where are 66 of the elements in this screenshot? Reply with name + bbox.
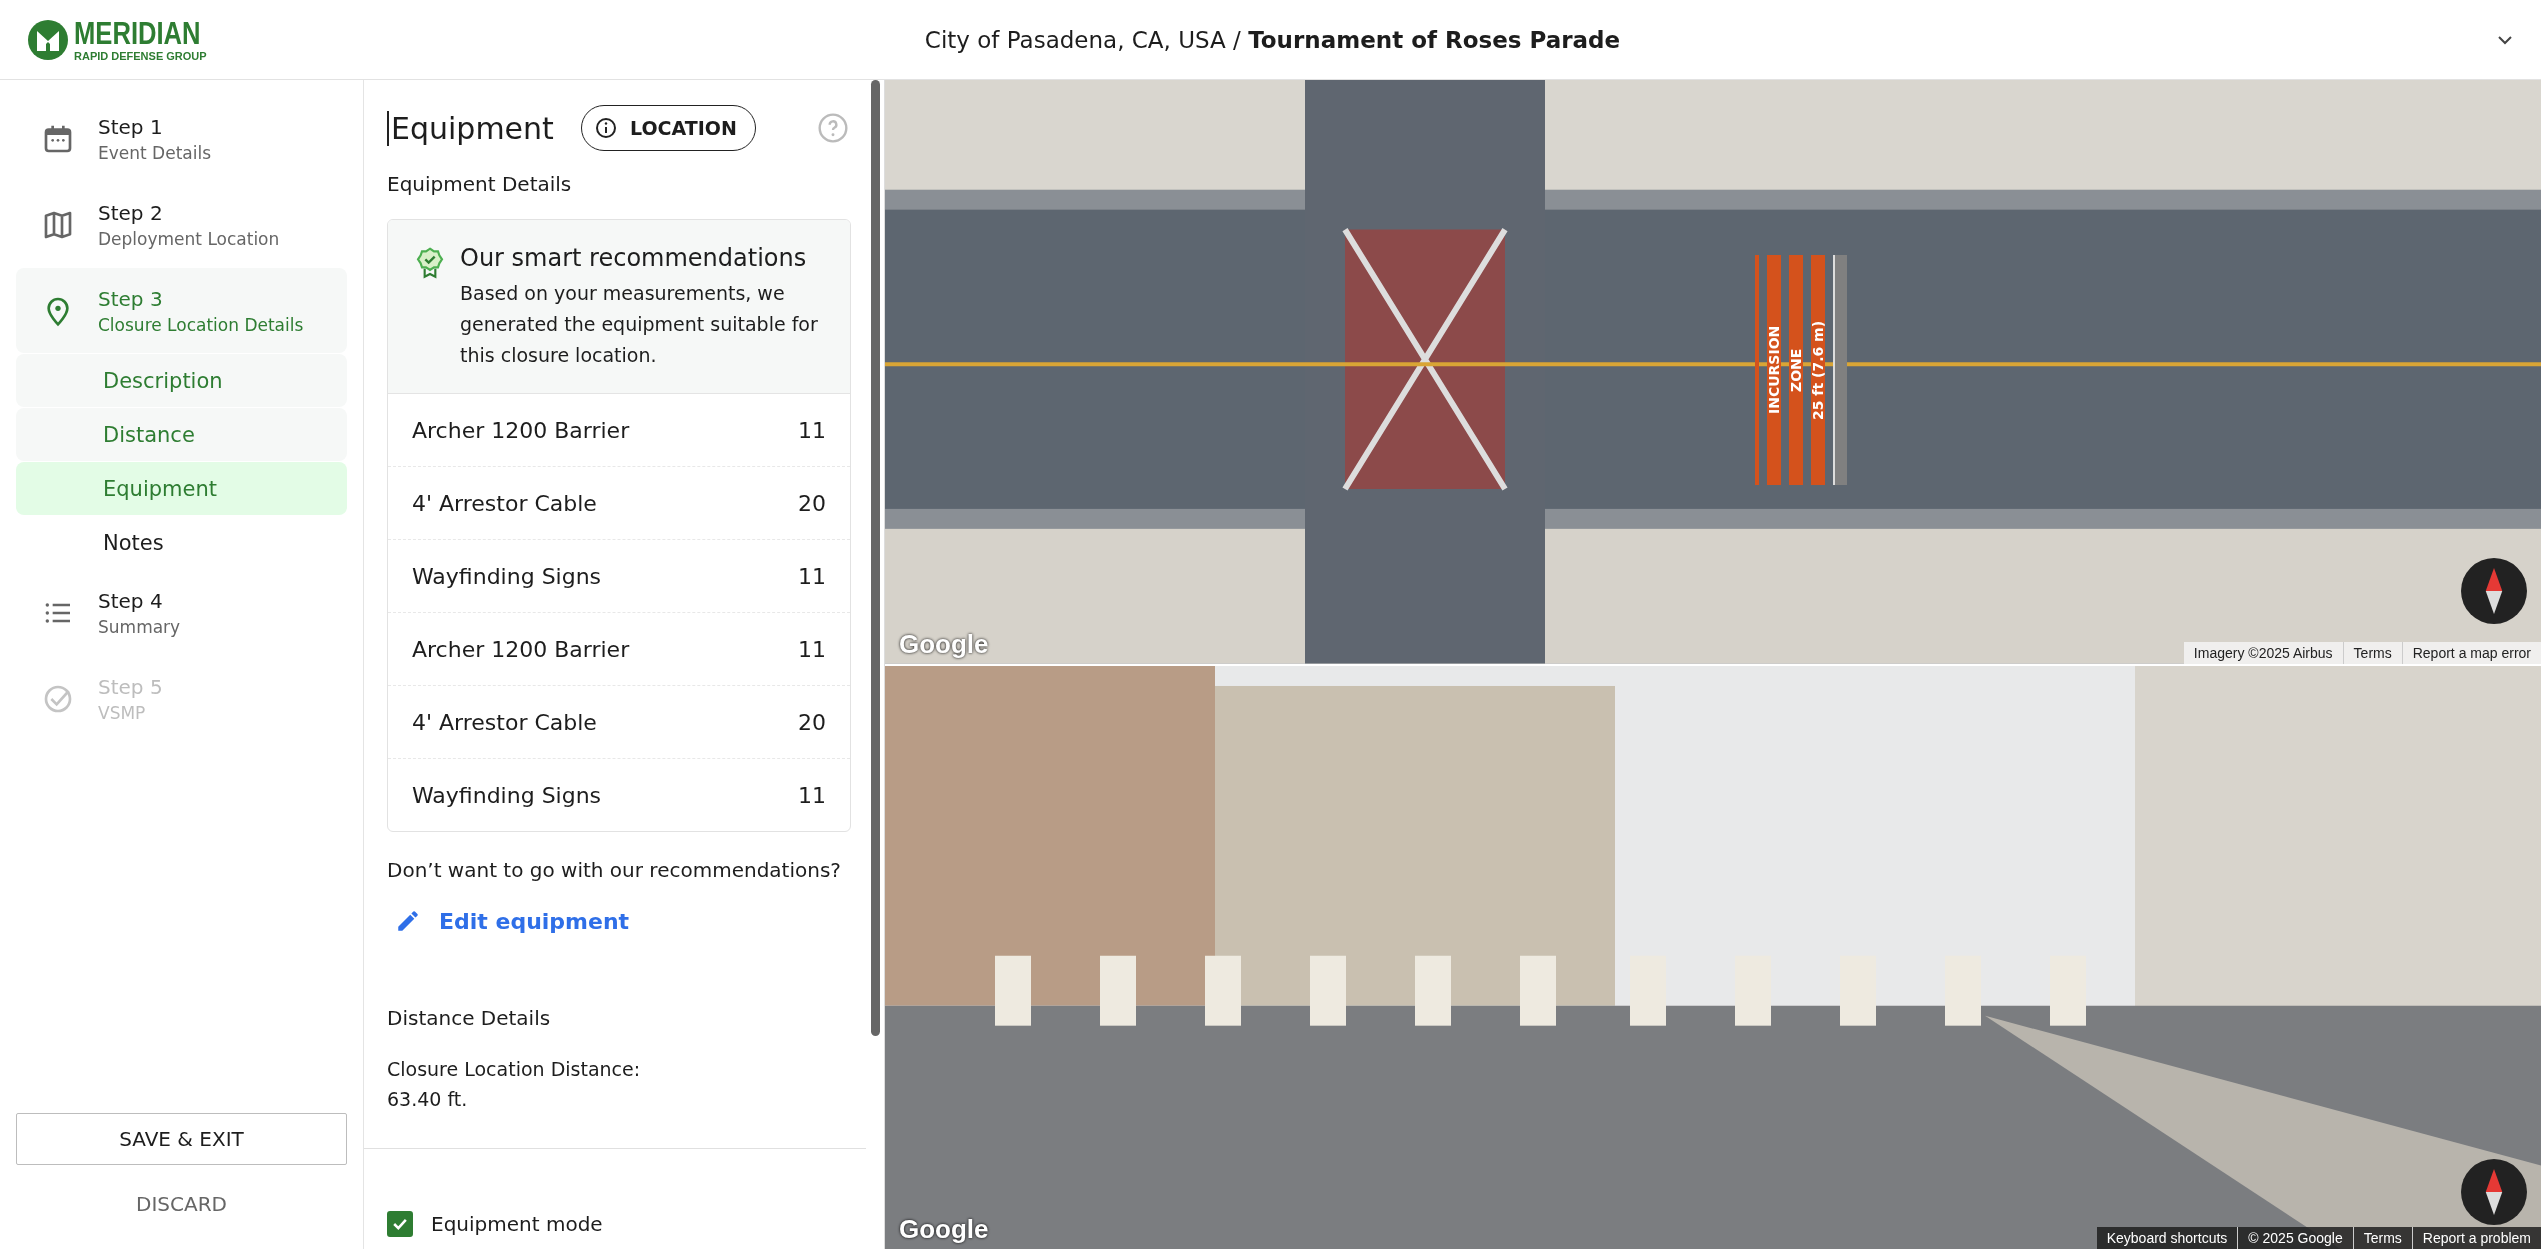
compass-button[interactable] <box>2461 557 2527 624</box>
satellite-map-drawing[interactable] <box>885 80 2541 664</box>
substep-item[interactable]: Notes <box>16 516 347 569</box>
attribution-link[interactable]: Terms <box>2342 641 2402 664</box>
step-subtitle: VSMP <box>98 702 147 723</box>
map-logo: Google <box>899 1214 989 1245</box>
map-logo: Google <box>899 628 989 660</box>
logo-icon <box>28 19 68 60</box>
panel-title: Equipment <box>387 110 581 146</box>
checkbox[interactable] <box>387 1211 413 1237</box>
equipment-name: 4' Arrestor Cable <box>412 490 597 516</box>
recommendation-text: Based on your measurements, we generated the equipment suitable for this closure location. <box>460 281 819 368</box>
zone-band: INCURSION <box>1767 255 1781 485</box>
discard-button[interactable]: DISCARD <box>16 1173 347 1235</box>
attribution-link[interactable]: Keyboard shortcuts <box>2096 1227 2238 1249</box>
equipment-name: 4' Arrestor Cable <box>412 709 597 735</box>
attribution-link[interactable]: Report a map error <box>2401 641 2541 664</box>
step-item[interactable]: Step 1 Event Details <box>16 96 347 181</box>
step-title: Step 2 <box>98 200 164 225</box>
compass-button[interactable] <box>2461 1159 2527 1225</box>
attribution-link[interactable]: Imagery ©2025 Airbus <box>2183 641 2343 664</box>
step-item[interactable]: Step 4 Summary <box>16 570 347 655</box>
step-subtitle: Summary <box>98 616 181 637</box>
attribution-link[interactable]: © 2025 Google <box>2237 1227 2353 1249</box>
substep-item[interactable]: Description <box>16 354 347 407</box>
logo-tagline: RAPID DEFENSE GROUP <box>74 48 208 63</box>
recommendation-title: Our smart recommendations <box>460 244 808 272</box>
pencil-icon <box>395 908 421 934</box>
zone-band: ZONE <box>1789 255 1803 485</box>
substep-item[interactable]: Distance <box>16 408 347 461</box>
location-button[interactable]: LOCATION <box>581 105 756 151</box>
step-subtitle: Event Details <box>98 142 212 163</box>
equipment-quantity: 20 <box>798 490 826 516</box>
step-title: Step 5 <box>98 674 163 699</box>
step-subtitle: Closure Location Details <box>98 314 304 335</box>
equipment-quantity: 11 <box>798 417 826 443</box>
substep-item[interactable]: Equipment <box>16 462 347 515</box>
section-heading: Distance Details <box>387 1006 552 1030</box>
equipment-quantity: 11 <box>798 563 826 589</box>
step-subtitle: Deployment Location <box>98 228 280 249</box>
edit-equipment-link[interactable]: Edit equipment <box>387 908 851 934</box>
attribution-link[interactable]: Report a problem <box>2411 1227 2541 1249</box>
scrollbar[interactable] <box>871 80 880 1036</box>
step-item[interactable]: Step 3 Closure Location Details <box>16 268 347 353</box>
logo-wordmark: MERIDIAN <box>74 16 201 49</box>
equipment-name: Archer 1200 Barrier <box>412 636 630 662</box>
section-heading: Equipment Details <box>387 172 573 196</box>
step-item[interactable]: Step 2 Deployment Location <box>16 182 347 267</box>
equipment-name: Wayfinding Signs <box>412 563 602 589</box>
equipment-name: Wayfinding Signs <box>412 782 602 808</box>
equipment-quantity: 20 <box>798 709 826 735</box>
attribution-link[interactable]: Terms <box>2352 1227 2412 1249</box>
equipment-quantity: 11 <box>798 636 826 662</box>
zone-band: 25 ft (7.6 m) <box>1811 255 1825 485</box>
distance-label: Closure Location Distance: <box>387 1058 642 1080</box>
page-title: City of Pasadena, CA, USA / Tournament of Roses Parade <box>923 26 1622 53</box>
distance-value: 63.40 ft. <box>387 1088 469 1110</box>
equipment-quantity: 11 <box>798 782 826 808</box>
recommendation-prompt: Don’t want to go with our recommendations? <box>387 858 842 882</box>
step-title: Step 3 <box>98 286 164 311</box>
checkbox-label: Equipment mode <box>431 1212 603 1236</box>
step-title: Step 4 <box>98 588 164 613</box>
step-title: Step 1 <box>98 114 164 139</box>
equipment-name: Archer 1200 Barrier <box>412 417 630 443</box>
save-exit-button[interactable]: SAVE & EXIT <box>16 1113 347 1165</box>
info-icon <box>594 116 618 140</box>
